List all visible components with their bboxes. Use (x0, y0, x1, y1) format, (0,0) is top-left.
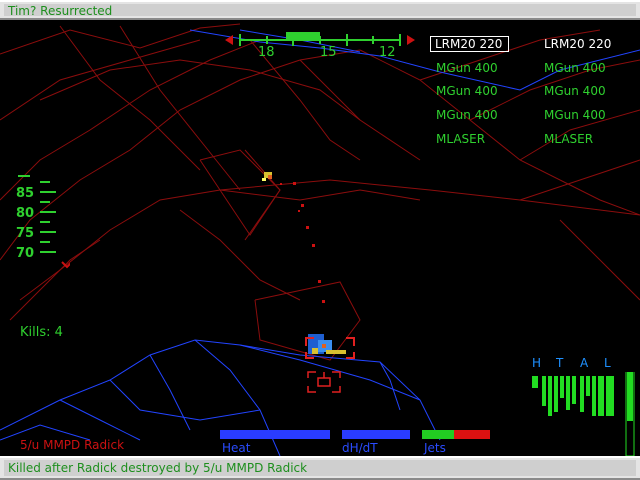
weapon-selected-lrm20[interactable]: LRM20 220 (430, 36, 510, 52)
compass-tick-12: 12 (379, 45, 396, 60)
compass-tick-15: 15 (320, 45, 337, 60)
htal-h: H (532, 356, 542, 370)
top-status-text: Tim? Resurrected (8, 4, 113, 18)
weapon-left-4[interactable]: MGun 400 (436, 108, 498, 122)
speed-70: 70 (16, 246, 35, 261)
dhdt-gauge (342, 430, 410, 439)
weapon-right-2[interactable]: MGun 400 (544, 61, 606, 75)
htal-a: A (580, 356, 589, 370)
target-name: 5/u MMPD Radick (20, 438, 125, 452)
bottom-status-bar: Killed after Radick destroyed by 5/u MMP… (0, 456, 640, 480)
jets-gauge-empty (454, 430, 490, 439)
weapon-left-2[interactable]: MGun 400 (436, 61, 498, 75)
kills-counter: Kills: 4 (20, 325, 63, 340)
compass-tick-18: 18 (258, 45, 275, 60)
speed-indicator-icon (61, 261, 70, 269)
weapon-right-3[interactable]: MGun 400 (544, 84, 606, 98)
top-status-bar: Tim? Resurrected (0, 0, 640, 20)
weapon-left-3[interactable]: MGun 400 (436, 84, 498, 98)
jets-gauge-fill (422, 430, 454, 439)
weapon-left-5[interactable]: MLASER (436, 132, 485, 146)
speed-75: 75 (16, 226, 35, 241)
speed-80: 80 (16, 206, 35, 221)
weapon-right-4[interactable]: MGun 400 (544, 108, 606, 122)
bottom-status-text: Killed after Radick destroyed by 5/u MMP… (8, 461, 308, 475)
heat-label: Heat (222, 441, 251, 455)
speed-85: 85 (16, 186, 35, 201)
weapon-right-1[interactable]: LRM20 220 (544, 37, 611, 51)
dhdt-label: dH/dT (342, 441, 378, 455)
heat-gauge (220, 430, 330, 439)
weapon-right-5[interactable]: MLASER (544, 132, 593, 146)
crosshair-reticle (307, 371, 341, 393)
jets-label: Jets (424, 441, 446, 455)
htal-t: T (556, 356, 564, 370)
htal-l: L (604, 356, 611, 370)
damage-bars (532, 372, 635, 456)
